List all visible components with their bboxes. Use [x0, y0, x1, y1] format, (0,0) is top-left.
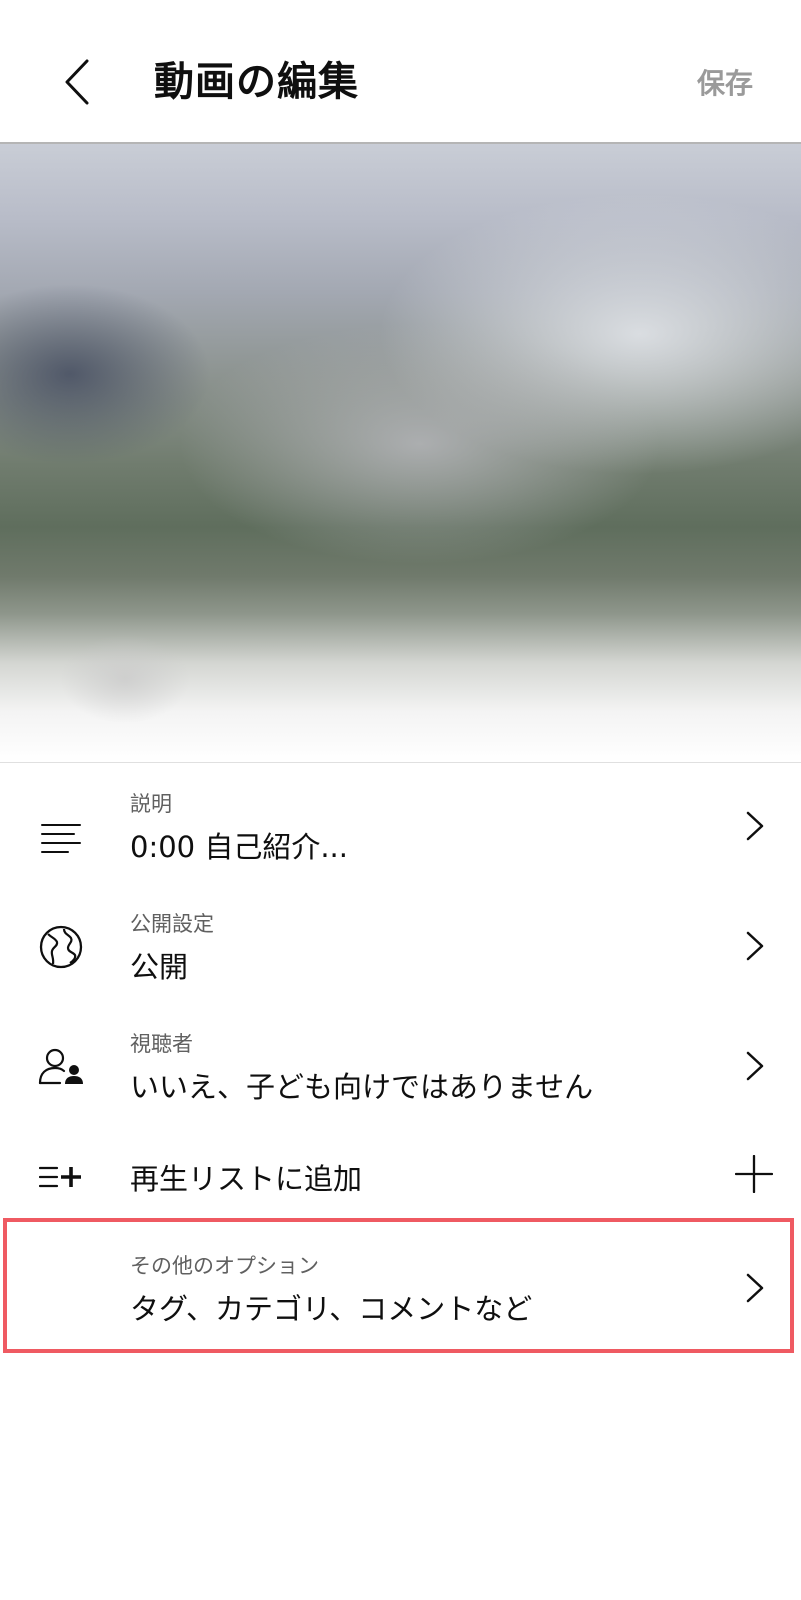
audience-label: 視聴者 [130, 1032, 193, 1056]
save-button[interactable]: 保存 [697, 56, 753, 112]
visibility-value: 公開 [130, 950, 189, 984]
add-to-playlist-row[interactable]: 再生リストに追加 [0, 1142, 801, 1212]
chevron-right-icon [740, 806, 770, 846]
video-thumbnail[interactable] [0, 144, 801, 763]
visibility-label: 公開設定 [130, 912, 214, 936]
add-to-playlist-label: 再生リストに追加 [130, 1162, 363, 1196]
thumbnail-blur-shape [60, 634, 190, 724]
audience-icon [38, 1044, 84, 1090]
text-lines-icon [38, 816, 84, 862]
globe-icon [38, 924, 84, 970]
chevron-right-icon [740, 926, 770, 966]
description-row[interactable]: 説明 0:00 自己紹介... [0, 782, 801, 892]
audience-value: いいえ、子ども向けではありません [130, 1070, 594, 1104]
description-value: 0:00 自己紹介... [130, 830, 348, 864]
chevron-right-icon [740, 1046, 770, 1086]
plus-icon [734, 1154, 774, 1194]
highlight-box [3, 1218, 794, 1353]
back-button[interactable] [52, 52, 100, 112]
page-title: 動画の編集 [154, 59, 359, 105]
description-label: 説明 [130, 792, 172, 816]
audience-row[interactable]: 視聴者 いいえ、子ども向けではありません [0, 1022, 801, 1132]
playlist-add-icon [38, 1154, 84, 1200]
app-header: 動画の編集 保存 [0, 0, 801, 144]
chevron-left-icon [65, 59, 89, 105]
visibility-row[interactable]: 公開設定 公開 [0, 902, 801, 1012]
